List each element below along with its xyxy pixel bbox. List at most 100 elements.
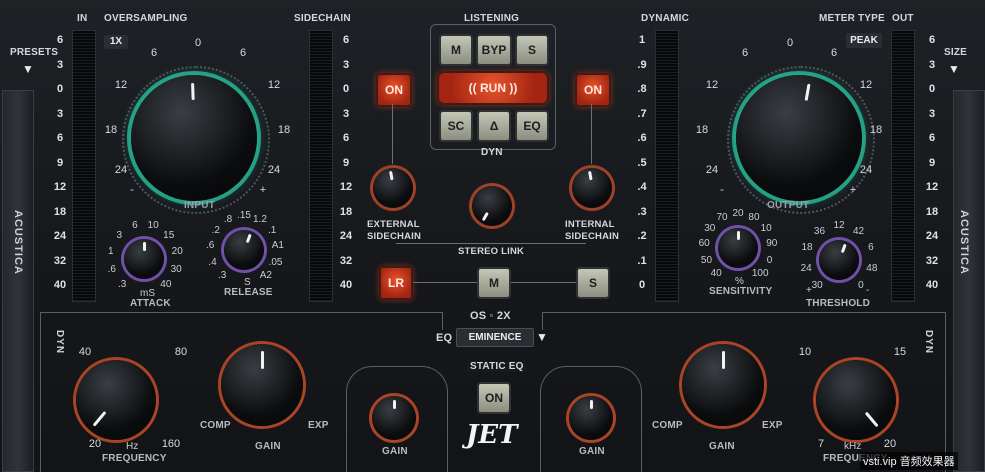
left-scale-tick: 18	[53, 205, 67, 218]
output-tick-6l: 6	[741, 47, 749, 59]
high-freq-tick-15: 15	[893, 346, 907, 358]
sensitivity-tick: 90	[766, 238, 778, 250]
release-tick: .6	[206, 240, 215, 252]
threshold-tick: 36	[813, 226, 826, 238]
listen-bypass-button[interactable]: BYP	[476, 34, 512, 66]
external-sidechain-knob[interactable]	[373, 168, 413, 208]
listen-mid-button[interactable]: M	[439, 34, 473, 66]
dyn-vertical-left: DYN	[54, 330, 65, 355]
run-button[interactable]: (( RUN ))	[437, 71, 549, 105]
presets-label: PRESETS	[10, 47, 59, 58]
output-meter	[891, 30, 915, 302]
eq-preset-selector[interactable]: EMINENCE	[456, 328, 534, 347]
dynamic-scale-tick: .4	[637, 181, 647, 193]
sidechain-scale-tick: 0	[342, 83, 350, 95]
threshold-minus: -	[866, 285, 870, 296]
output-label: OUTPUT	[767, 200, 810, 211]
presets-dropdown-icon[interactable]: ▼	[22, 62, 34, 76]
left-scale-tick: 3	[56, 107, 64, 120]
listen-delta-button[interactable]: Δ	[477, 110, 511, 142]
dynamic-scale-tick: .9	[637, 58, 647, 71]
static-eq-on-button[interactable]: ON	[477, 382, 511, 414]
low-gain-knob[interactable]	[221, 344, 303, 426]
left-scale-tick: 9	[56, 156, 64, 169]
plugin-window: ACUSTICA ACUSTICA PRESETS ▼ SIZE ▼ IN OV…	[0, 0, 985, 472]
output-tick-minus: -	[720, 184, 724, 196]
threshold-label: THRESHOLD	[806, 298, 871, 309]
high-frequency-knob[interactable]	[816, 360, 896, 440]
output-tick-12l: 12	[705, 79, 719, 91]
eq-preset-dropdown-icon[interactable]: ▼	[536, 330, 548, 344]
stereo-link-label: STEREO LINK	[458, 246, 525, 257]
stereo-link-knob[interactable]	[472, 186, 512, 226]
in-label: IN	[77, 13, 88, 24]
attack-tick: .3	[117, 279, 127, 291]
low-gain-label: GAIN	[255, 441, 281, 452]
left-scale-tick: 6	[56, 132, 64, 144]
out-scale-tick: 40	[925, 279, 939, 291]
sidechain-scale-tick: 9	[342, 156, 350, 169]
eq-frame-left-edge	[40, 312, 41, 472]
dynamic-scale-tick: .2	[637, 230, 647, 242]
left-scale-tick: 0	[56, 83, 64, 95]
input-tick-18r: 18	[277, 124, 291, 136]
threshold-tick: 18	[801, 242, 813, 254]
attack-tick: 3	[116, 229, 123, 241]
high-gain-knob[interactable]	[682, 344, 764, 426]
listen-side-button[interactable]: S	[515, 34, 549, 66]
threshold-tick: 6	[868, 242, 874, 254]
external-sidechain-on-button[interactable]: ON	[376, 73, 412, 107]
left-scale-tick: 40	[53, 279, 67, 291]
meter-type-selector[interactable]: PEAK	[846, 33, 882, 48]
stereo-link-line	[396, 243, 586, 244]
internal-sidechain-label-1: INTERNAL	[565, 219, 615, 230]
threshold-tick: 24	[800, 262, 812, 274]
connector-right	[591, 104, 592, 164]
threshold-plus: +	[806, 285, 812, 296]
static-gain-right-knob[interactable]	[569, 396, 613, 440]
listen-eq-button[interactable]: EQ	[515, 110, 549, 142]
listening-label: LISTENING	[464, 13, 520, 24]
low-freq-label: FREQUENCY	[102, 453, 167, 464]
threshold-tick: 42	[852, 226, 865, 238]
attack-tick: 30	[170, 264, 182, 275]
internal-sidechain-on-button[interactable]: ON	[575, 73, 611, 107]
right-rail	[953, 90, 985, 472]
listen-sc-button[interactable]: SC	[439, 110, 473, 142]
sensitivity-label: SENSITIVITY	[709, 286, 773, 297]
sensitivity-unit: %	[735, 276, 744, 287]
internal-sidechain-knob[interactable]	[572, 168, 612, 208]
lr-mode-button[interactable]: LR	[379, 266, 413, 300]
external-sidechain-label-2: SIDECHAIN	[367, 231, 422, 242]
s-mode-button[interactable]: S	[576, 267, 610, 299]
threshold-tick: 48	[866, 262, 878, 274]
m-mode-button[interactable]: M	[477, 267, 511, 299]
eq-label: EQ	[436, 332, 453, 344]
sensitivity-tick: 20	[732, 208, 744, 219]
meter-type-label: METER TYPE	[819, 13, 885, 24]
sensitivity-tick: 50	[700, 254, 713, 266]
low-freq-unit: Hz	[126, 441, 139, 452]
output-tick-plus: +	[849, 184, 857, 196]
sidechain-label: SIDECHAIN	[294, 13, 351, 24]
jet-logo: JET	[466, 420, 518, 450]
release-knob[interactable]	[224, 230, 264, 270]
sensitivity-knob[interactable]	[718, 228, 758, 268]
oversampling-label: OVERSAMPLING	[104, 13, 188, 24]
internal-sidechain-label-2: SIDECHAIN	[565, 231, 620, 242]
release-tick: A2	[259, 270, 272, 282]
attack-tick: 40	[160, 279, 172, 291]
size-dropdown-icon[interactable]: ▼	[948, 62, 960, 76]
output-tick-18l: 18	[695, 124, 709, 136]
input-tick-24l: 24	[114, 164, 128, 176]
attack-knob[interactable]	[124, 239, 164, 279]
connector-left	[392, 104, 393, 164]
output-tick-12r: 12	[859, 79, 873, 91]
threshold-knob[interactable]	[819, 240, 859, 280]
static-gain-left-knob[interactable]	[372, 396, 416, 440]
output-tick-18r: 18	[869, 124, 883, 136]
oversampling-selector[interactable]: 1X	[104, 35, 128, 49]
low-frequency-knob[interactable]	[76, 360, 156, 440]
high-freq-tick-7: 7	[817, 438, 825, 450]
attack-label: ATTACK	[130, 298, 171, 309]
